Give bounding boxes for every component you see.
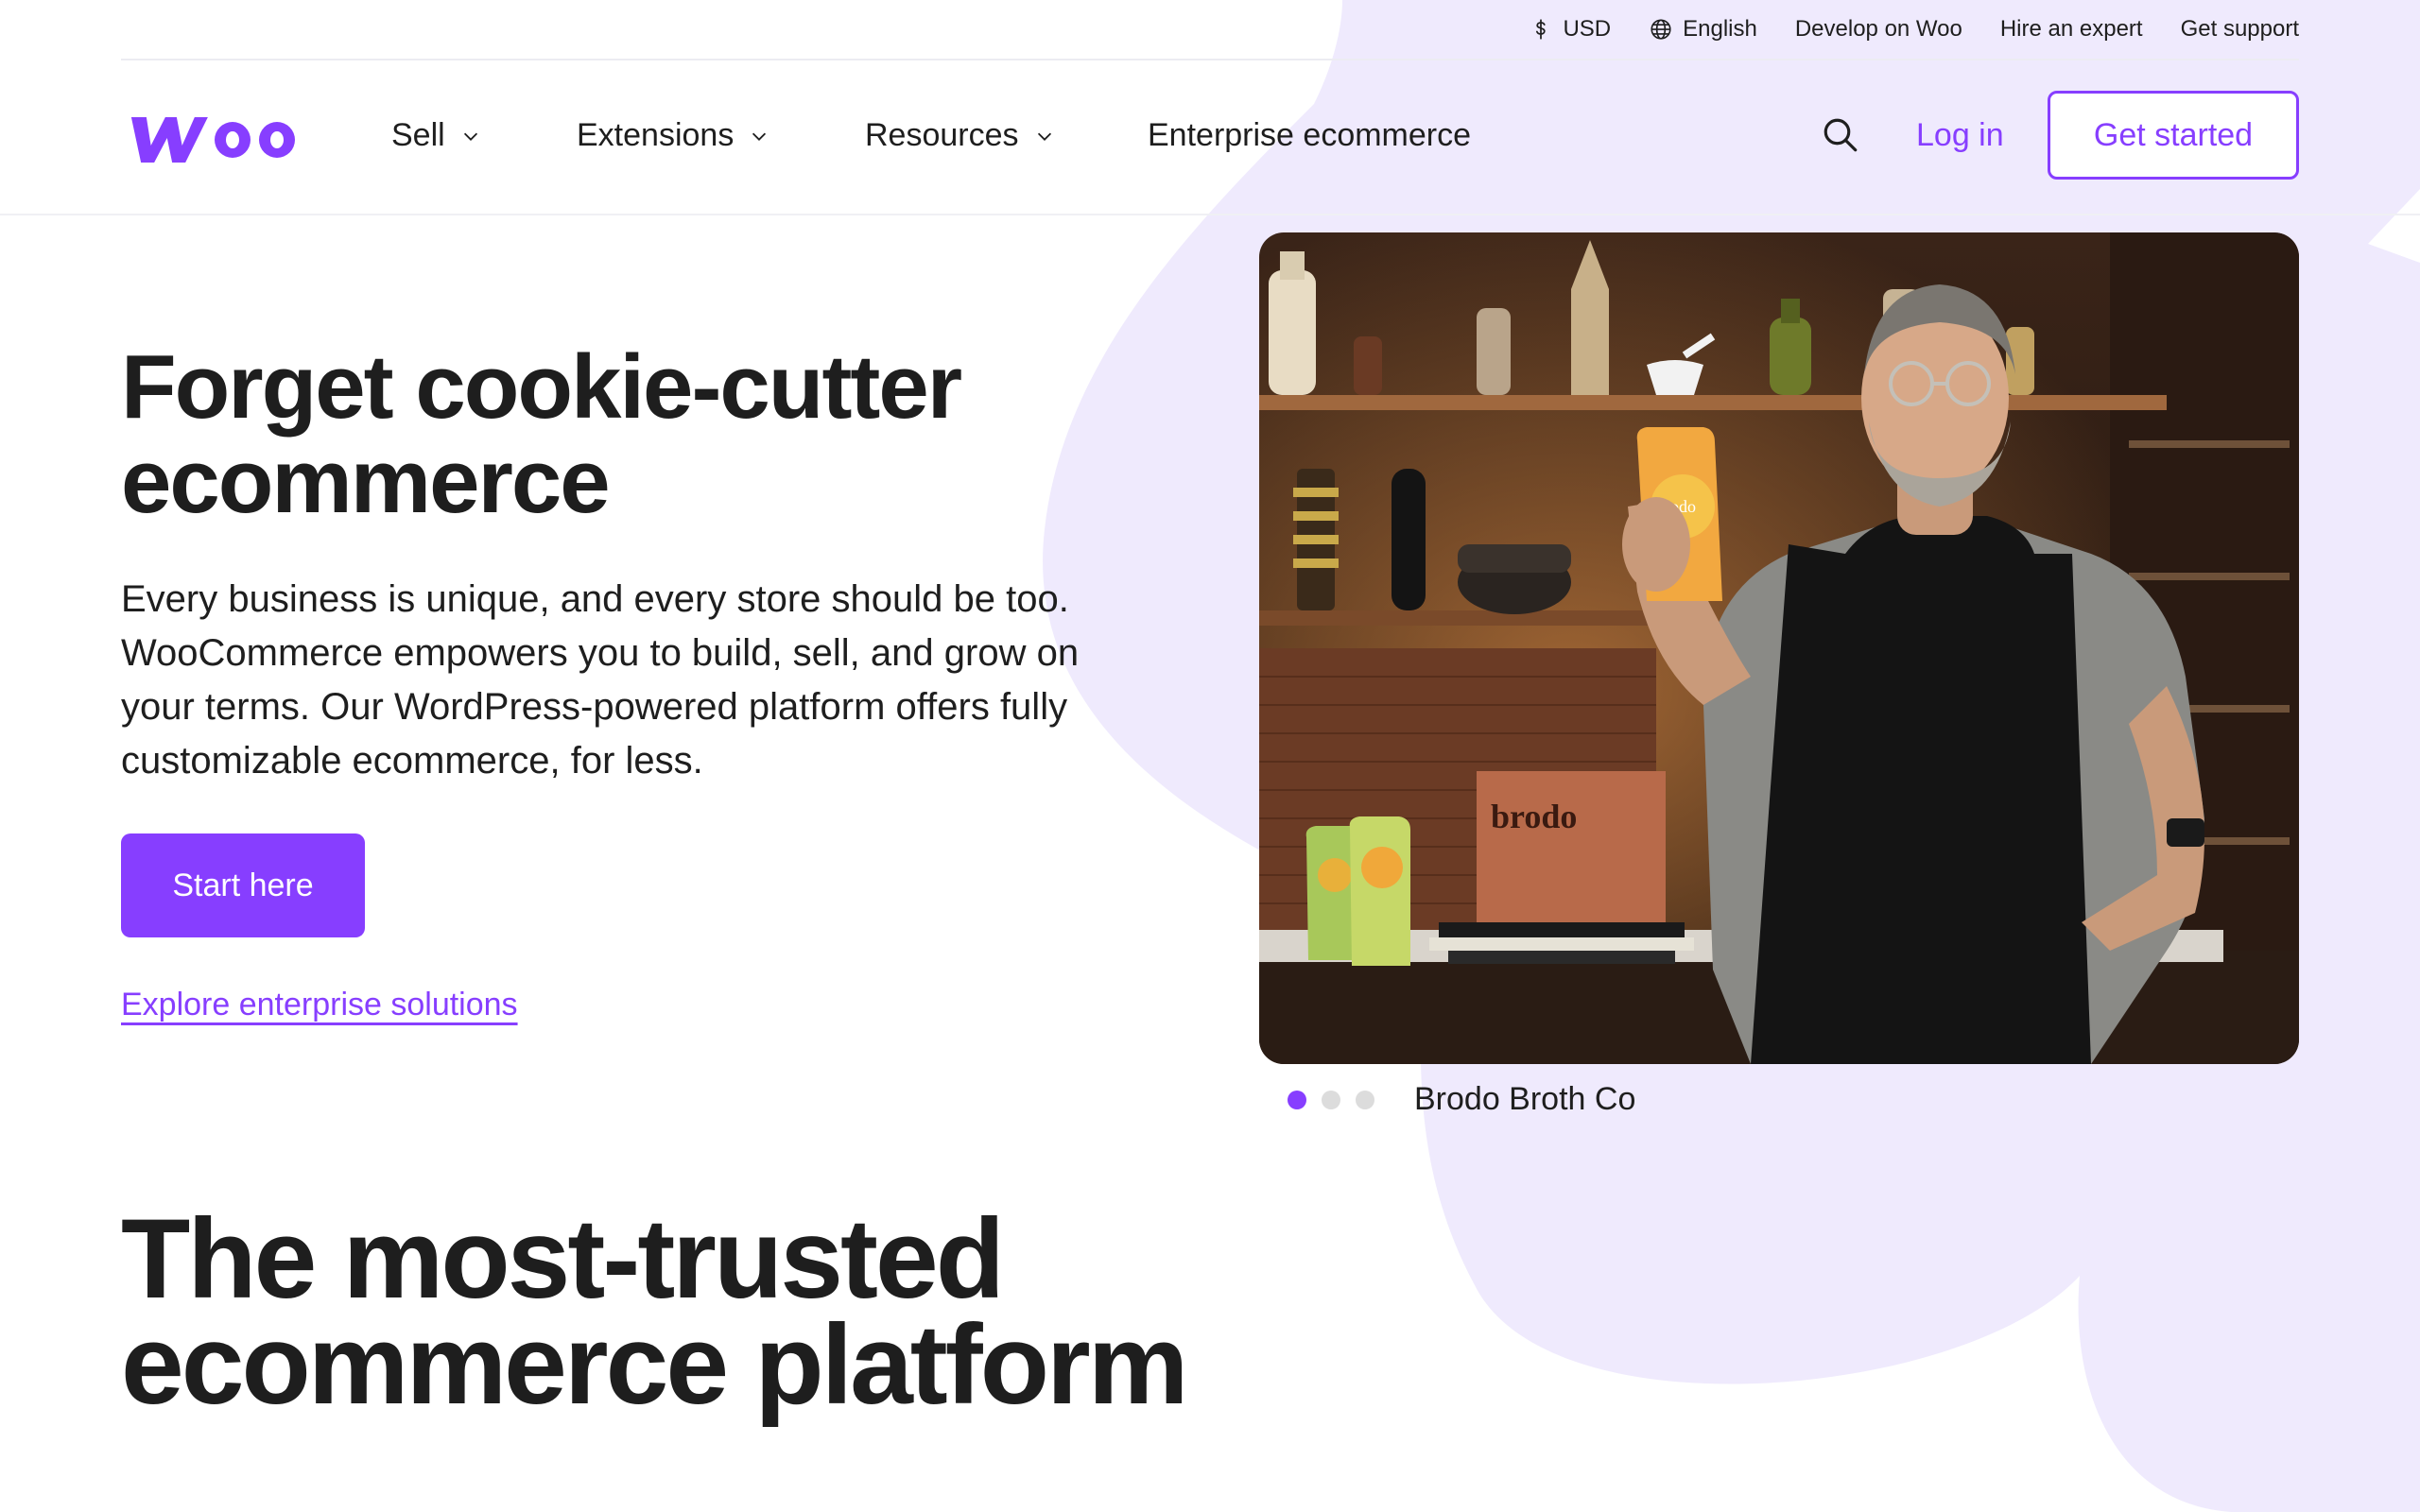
utility-bar: USD English Develop on Woo Hire an exper…	[121, 0, 2299, 60]
main-nav: woo Sell Extensions Resources Enterprise…	[0, 60, 2420, 215]
nav-resources[interactable]: Resources	[865, 117, 1055, 154]
explore-enterprise-link[interactable]: Explore enterprise solutions	[121, 987, 518, 1023]
hero-description: Every business is unique, and every stor…	[121, 578, 1080, 782]
currency-selector[interactable]: USD	[1529, 16, 1611, 43]
photo-book-title-text: brodo	[1491, 798, 1577, 835]
nav-resources-label: Resources	[865, 117, 1019, 153]
language-label: English	[1683, 16, 1757, 42]
nav-enterprise-label: Enterprise ecommerce	[1148, 117, 1472, 153]
nav-sell-label: Sell	[391, 117, 445, 153]
chevron-down-icon	[752, 132, 767, 141]
chevron-down-icon	[1037, 132, 1051, 141]
carousel-caption: Brodo Broth Co	[1414, 1081, 1636, 1117]
start-here-button[interactable]: Start here	[121, 833, 365, 937]
nav-extensions-label: Extensions	[577, 117, 735, 153]
globe-icon	[1651, 19, 1671, 40]
language-selector[interactable]: English	[1649, 16, 1757, 43]
carousel-dot-2[interactable]	[1322, 1091, 1340, 1109]
currency-label: USD	[1563, 16, 1612, 42]
carousel-dot-1[interactable]	[1288, 1091, 1306, 1109]
woo-logo[interactable]: woo	[121, 110, 301, 164]
nav-extensions[interactable]: Extensions	[577, 117, 769, 154]
carousel-dots	[1288, 1091, 1374, 1109]
develop-on-woo-link[interactable]: Develop on Woo	[1795, 16, 1962, 43]
hire-an-expert-link[interactable]: Hire an expert	[2000, 16, 2143, 43]
nav-enterprise-ecommerce[interactable]: Enterprise ecommerce	[1148, 117, 1471, 154]
hero-title: Forget cookie-cutter ecommerce	[121, 336, 962, 532]
get-started-button[interactable]: Get started	[2048, 91, 2299, 180]
section-title: The most-trusted ecommerce platform	[121, 1195, 1188, 1428]
login-link[interactable]: Log in	[1916, 117, 2004, 154]
hero-photo: brodo brodo	[1259, 232, 2299, 1064]
dollar-icon	[1536, 19, 1547, 40]
chevron-down-icon	[463, 132, 477, 141]
nav-sell[interactable]: Sell	[391, 117, 481, 154]
search-icon[interactable]	[1821, 115, 1860, 155]
get-support-link[interactable]: Get support	[2181, 16, 2299, 43]
carousel-dot-3[interactable]	[1356, 1091, 1374, 1109]
